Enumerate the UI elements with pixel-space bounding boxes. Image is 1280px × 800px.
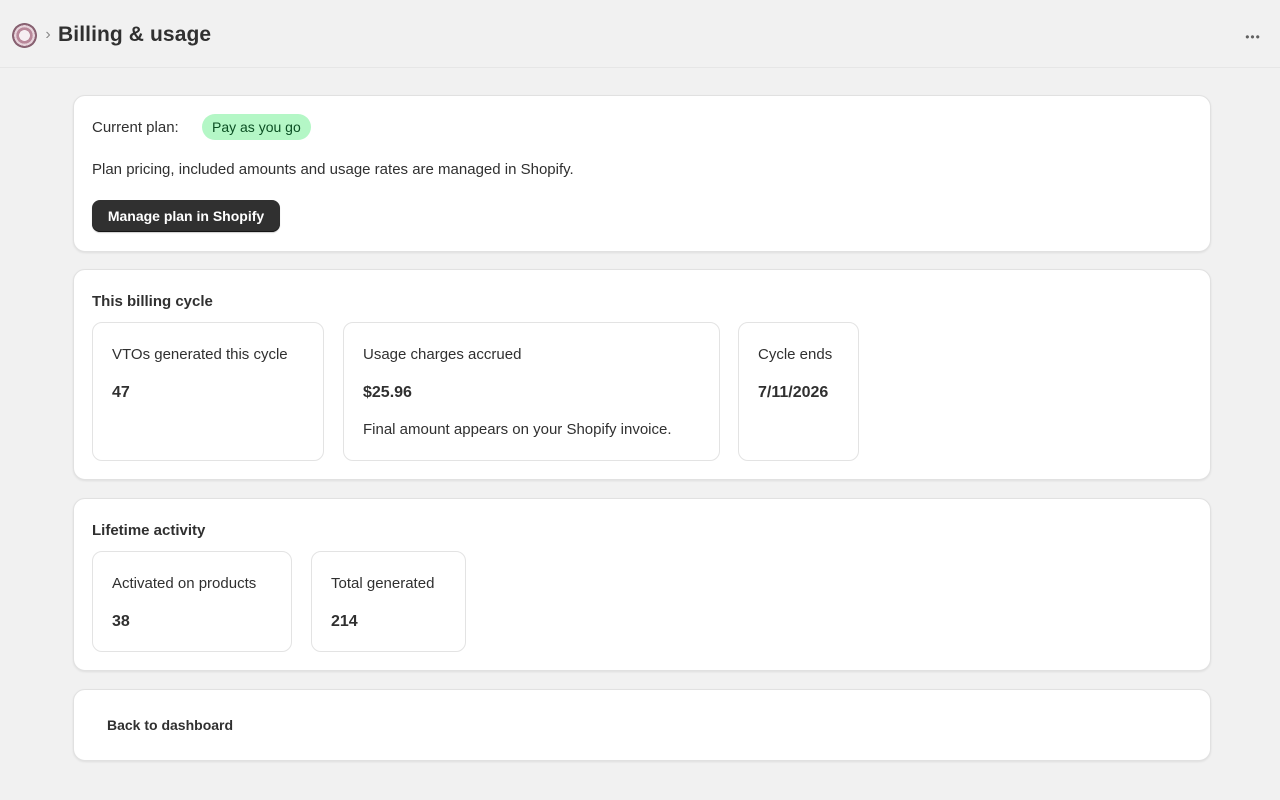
activated-products-value: 38: [112, 613, 130, 630]
total-generated-label: Total generated: [331, 575, 435, 592]
cycle-ends-label: Cycle ends: [758, 346, 833, 363]
back-card: Back to dashboard: [73, 689, 1211, 761]
activated-products-stat: Activated on products 38: [92, 551, 292, 652]
billing-cycle-title: This billing cycle: [92, 293, 213, 310]
back-to-dashboard-link[interactable]: Back to dashboard: [107, 716, 233, 734]
plan-status-badge: Pay as you go: [202, 114, 311, 140]
vtos-generated-stat: VTOs generated this cycle 47: [92, 322, 324, 461]
current-plan-label: Current plan:: [92, 119, 179, 136]
top-bar: › Billing & usage •••: [0, 0, 1280, 68]
breadcrumb-separator-icon: ›: [45, 26, 51, 43]
total-generated-value: 214: [331, 613, 358, 630]
vtos-generated-value: 47: [112, 384, 130, 401]
more-horizontal-icon: •••: [1245, 29, 1261, 44]
lifetime-activity-title: Lifetime activity: [92, 522, 206, 539]
billing-cycle-card: This billing cycle VTOs generated this c…: [73, 269, 1211, 480]
activated-products-label: Activated on products: [112, 575, 257, 592]
cycle-ends-value: 7/11/2026: [758, 384, 829, 401]
more-actions-button[interactable]: •••: [1236, 22, 1270, 48]
manage-plan-button[interactable]: Manage plan in Shopify: [92, 200, 280, 232]
current-plan-card: Current plan: Pay as you go Plan pricing…: [73, 95, 1211, 252]
lifetime-activity-card: Lifetime activity Activated on products …: [73, 498, 1211, 671]
vtos-generated-label: VTOs generated this cycle: [112, 346, 288, 363]
usage-charges-note: Final amount appears on your Shopify inv…: [363, 421, 672, 438]
plan-description: Plan pricing, included amounts and usage…: [92, 161, 574, 178]
usage-charges-stat: Usage charges accrued $25.96 Final amoun…: [343, 322, 720, 461]
total-generated-stat: Total generated 214: [311, 551, 466, 652]
app-logo-icon[interactable]: [12, 23, 37, 48]
usage-charges-label: Usage charges accrued: [363, 346, 522, 363]
page-title: Billing & usage: [58, 23, 212, 46]
cycle-ends-stat: Cycle ends 7/11/2026: [738, 322, 859, 461]
usage-charges-value: $25.96: [363, 384, 412, 401]
